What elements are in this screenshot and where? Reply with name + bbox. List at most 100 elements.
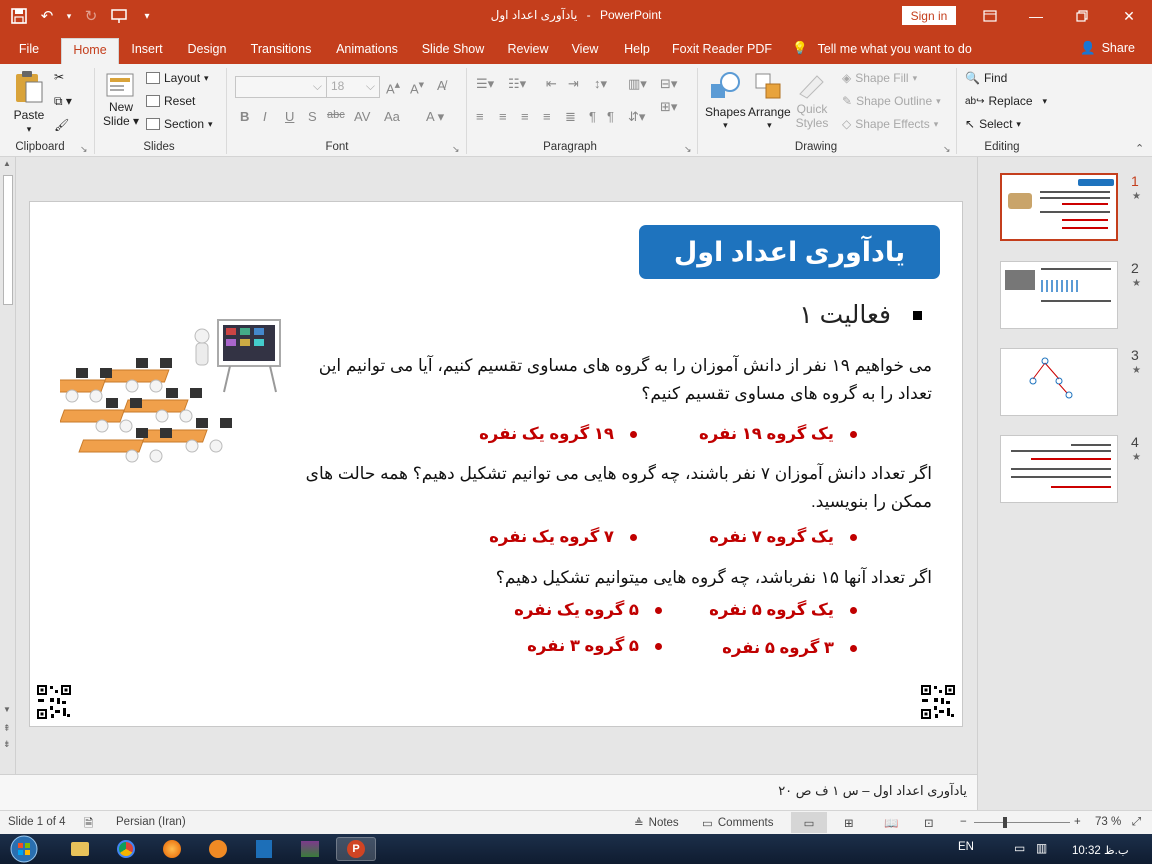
question-1[interactable]: می خواهیم ۱۹ نفر از دانش آموزان را به گر… [292, 352, 932, 408]
tab-file[interactable]: File [12, 38, 46, 64]
text-shadow-icon[interactable]: S [308, 109, 317, 124]
tab-animations[interactable]: Animations [331, 38, 403, 64]
question-2[interactable]: اگر تعداد دانش آموزان ۷ نفر باشند، چه گر… [292, 460, 932, 516]
notes-button[interactable]: ≜ Notes [634, 816, 679, 830]
reading-view-icon[interactable]: 📖 [884, 816, 898, 830]
zoom-out-icon[interactable]: − [960, 816, 967, 828]
bold-icon[interactable]: B [240, 109, 249, 124]
start-button[interactable] [4, 834, 44, 864]
vertical-scrollbar[interactable]: ▲ ▼ ⇞ ⇟ [0, 157, 16, 774]
decrease-font-size-icon[interactable]: A▾ [410, 78, 424, 96]
zoom-level[interactable]: 73 % [1095, 816, 1121, 828]
reset-button[interactable]: Reset [146, 94, 195, 108]
decrease-indent-icon[interactable]: ⇤ [546, 76, 557, 92]
ltr-icon[interactable]: ¶ [607, 109, 614, 124]
numbering-icon[interactable]: ☷▾ [508, 76, 526, 92]
layout-button[interactable]: Layout ▾ [146, 71, 209, 85]
section-button[interactable]: Section ▾ [146, 117, 213, 131]
notes-pane[interactable]: یادآوری اعداد اول – س ۱ ف ص ۲۰ [0, 774, 977, 810]
firefox-icon[interactable] [152, 837, 192, 861]
align-right-icon[interactable]: ≡ [521, 109, 529, 124]
previous-slide-icon[interactable]: ⇞ [3, 723, 11, 734]
character-spacing-icon[interactable]: AV [354, 109, 370, 124]
slide-thumbnail-1[interactable] [1000, 173, 1118, 241]
distributed-icon[interactable]: ≣ [565, 109, 576, 125]
smartart-convert-icon[interactable]: ⊞▾ [660, 99, 677, 115]
slide-canvas[interactable]: یادآوری اعداد اول فعالیت ۱ می خواهیم ۱۹ … [29, 201, 963, 727]
ribbon-display-options-icon[interactable] [967, 0, 1013, 32]
font-size-combo[interactable]: 18 ⌵ [326, 76, 380, 98]
copy-icon[interactable]: ⧉ ▾ [54, 94, 72, 109]
fit-to-window-icon[interactable]: ⤢ [1132, 816, 1141, 829]
language-indicator[interactable]: Persian (Iran) [116, 816, 186, 828]
scroll-up-icon[interactable]: ▲ [3, 159, 11, 168]
answer-3-1[interactable]: یک گروه ۵ نفره [709, 600, 857, 620]
select-button[interactable]: ↖ Select ▾ [965, 117, 1021, 131]
font-name-combo[interactable]: ⌵ [235, 76, 327, 98]
quick-styles-button[interactable]: Quick Styles [795, 70, 829, 130]
next-slide-icon[interactable]: ⇟ [3, 739, 11, 750]
italic-icon[interactable]: I [263, 109, 267, 124]
restore-icon[interactable] [1059, 0, 1105, 32]
answer-3-4[interactable]: ۵ گروه ۳ نفره [527, 636, 662, 656]
battery-icon[interactable]: ▭ [1014, 841, 1025, 855]
tab-help[interactable]: Help [618, 38, 656, 64]
tell-me-search[interactable]: 💡 Tell me what you want to do [792, 41, 972, 56]
browser-icon[interactable] [198, 837, 238, 861]
tab-slide-show[interactable]: Slide Show [418, 38, 488, 64]
tab-design[interactable]: Design [183, 38, 231, 64]
replace-button[interactable]: ab↪ Replace ▾ [965, 94, 1047, 108]
rtl-icon[interactable]: ¶ [589, 109, 596, 124]
columns-icon[interactable]: ▥▾ [628, 76, 647, 92]
network-icon[interactable]: ▥ [1036, 841, 1047, 855]
font-launcher-icon[interactable]: ↘ [452, 144, 460, 155]
powerpoint-taskbar-icon[interactable]: P [336, 837, 376, 861]
shape-fill-button[interactable]: ◈ Shape Fill ▾ [842, 71, 917, 85]
activity-heading[interactable]: فعالیت ۱ [799, 300, 922, 330]
scrollbar-thumb[interactable] [3, 175, 13, 305]
shapes-button[interactable]: Shapes ▾ [705, 70, 746, 131]
tab-review[interactable]: Review [503, 38, 553, 64]
zoom-slider-thumb[interactable] [1003, 817, 1007, 828]
new-slide-button[interactable]: New Slide ▾ [103, 70, 139, 128]
chrome-icon[interactable] [106, 837, 146, 861]
normal-view-icon[interactable]: ▭ [791, 812, 827, 833]
align-center-icon[interactable]: ≡ [499, 109, 507, 124]
clear-formatting-icon[interactable]: A̸ [437, 78, 446, 93]
text-direction-icon[interactable]: ⇵▾ [628, 109, 645, 125]
clock[interactable]: 10:32 ب.ظ [1072, 843, 1129, 857]
close-icon[interactable]: ✕ [1106, 0, 1152, 32]
increase-font-size-icon[interactable]: A▴ [386, 78, 400, 96]
foxit-reader-icon[interactable] [244, 837, 284, 861]
justify-icon[interactable]: ≡ [543, 109, 551, 124]
answer-3-3[interactable]: ۳ گروه ۵ نفره [722, 638, 857, 658]
answer-3-2[interactable]: ۵ گروه یک نفره [514, 600, 662, 620]
question-3[interactable]: اگر تعداد آنها ۱۵ نفرباشد، چه گروه هایی … [292, 564, 932, 592]
tab-transitions[interactable]: Transitions [246, 38, 316, 64]
scroll-down-icon[interactable]: ▼ [3, 705, 11, 714]
find-button[interactable]: 🔍 Find [965, 71, 1007, 85]
change-case-icon[interactable]: Aa [384, 109, 400, 124]
tab-view[interactable]: View [566, 38, 604, 64]
drawing-launcher-icon[interactable]: ↘ [943, 144, 951, 155]
share-button[interactable]: 👤 Share [1080, 41, 1135, 56]
underline-icon[interactable]: U [285, 109, 294, 124]
slide-title[interactable]: یادآوری اعداد اول [639, 225, 940, 279]
collapse-ribbon-icon[interactable]: ⌃ [1135, 142, 1144, 155]
align-text-icon[interactable]: ⊟▾ [660, 76, 677, 92]
answer-2-2[interactable]: ۷ گروه یک نفره [489, 527, 637, 547]
slide-thumbnail-2[interactable] [1000, 261, 1118, 329]
zoom-in-icon[interactable]: + [1074, 816, 1081, 828]
font-color-icon[interactable]: A ▾ [426, 109, 444, 125]
bullets-icon[interactable]: ☰▾ [476, 76, 494, 92]
paste-button[interactable]: Paste ▾ [12, 70, 46, 135]
comments-button[interactable]: ▭ Comments [702, 816, 773, 830]
slide-thumbnail-3[interactable] [1000, 348, 1118, 416]
paragraph-launcher-icon[interactable]: ↘ [684, 144, 692, 155]
minimize-icon[interactable]: — [1013, 0, 1059, 32]
increase-indent-icon[interactable]: ⇥ [568, 76, 579, 92]
format-painter-icon[interactable]: 🖌 [54, 118, 69, 132]
zoom-slider[interactable] [974, 822, 1070, 823]
slideshow-view-icon[interactable]: ⊡ [924, 816, 934, 830]
answer-2-1[interactable]: یک گروه ۷ نفره [709, 527, 857, 547]
